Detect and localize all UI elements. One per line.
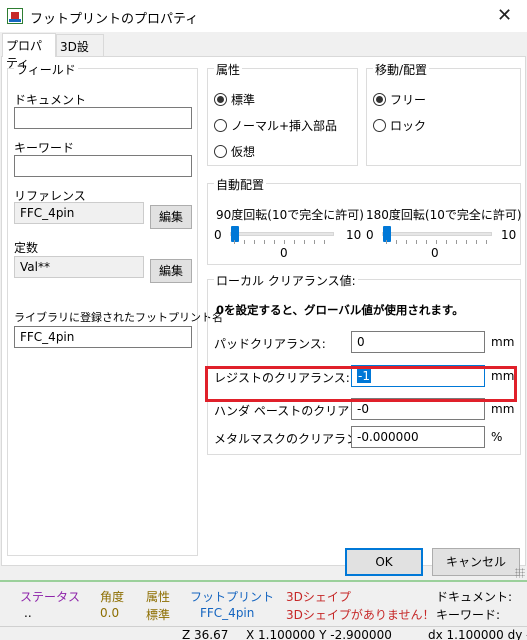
tab-properties[interactable]: プロパティ [2,33,56,70]
value-label: 定数 [14,241,39,255]
radio-unselected-icon [214,145,227,158]
shape3d-value: 3Dシェイプがありません！ [286,608,435,622]
rot180-label: 180度回転(10で完全に許可) [366,208,522,222]
move-free-label: フリー [390,93,427,107]
window-title: フットプリントのプロパティ [30,12,199,27]
radio-unselected-icon [373,119,386,132]
angle-value: 0.0 [100,606,120,620]
library-footprint-label: ライブラリに登録されたフットプリント名 [14,311,223,324]
footprint-value: FFC_4pin [200,606,255,620]
keyword-input[interactable] [14,155,192,177]
move-lock-radio[interactable]: ロック [373,117,426,134]
rot90-min: 0 [214,228,222,242]
pad-clearance-unit: mm [491,335,515,349]
solder-paste-clearance-unit: mm [491,402,515,416]
attr-virtual-radio[interactable]: 仮想 [214,143,255,160]
status-divider [0,626,527,627]
auto-place-group-title: 自動配置 [214,176,267,193]
fields-group: フィールド ドキュメント キーワード リファレンス FFC_4pin 編集 定数… [7,61,223,556]
properties-panel: フィールド ドキュメント キーワード リファレンス FFC_4pin 編集 定数… [1,56,526,566]
local-clearance-group-title: ローカル クリアランス値: [214,272,358,289]
radio-selected-icon [373,93,386,106]
clearance-note: 0を設定すると、グローバル値が使用されます。 [216,303,464,317]
tab-3d-settings[interactable]: 3D設定 [56,34,104,71]
rot90-ticks [234,240,334,244]
rot180-value: 0 [431,246,439,260]
shape3d-label: 3Dシェイプ [286,590,351,604]
reference-edit-button[interactable]: 編集 [150,205,192,229]
attr-value: 標準 [146,608,171,622]
close-icon[interactable]: ✕ [482,0,527,32]
attributes-group-title: 属性 [214,61,243,78]
title-bar: フットプリントのプロパティ ✕ [0,0,527,32]
ok-button[interactable]: OK [345,548,423,576]
resize-grip-icon[interactable] [515,568,525,578]
footprint-app-icon [7,8,23,24]
attr-normal-insert-radio[interactable]: ノーマル+挿入部品 [214,117,337,134]
move-lock-label: ロック [390,119,427,133]
attr-normal-insert-label: ノーマル+挿入部品 [231,119,338,133]
rot180-ticks [386,240,492,244]
reference-field: FFC_4pin [14,202,144,224]
move-free-radio[interactable]: フリー [373,91,426,108]
value-field: Val** [14,256,144,278]
keyword-status-label: キーワード: [436,608,501,622]
attr-standard-label: 標準 [231,93,256,107]
document-label: ドキュメント [14,93,87,107]
rot90-label: 90度回転(10で完全に許可) [216,208,364,222]
document-status-label: ドキュメント: [436,590,513,604]
status-bar: ステータス .. 角度 0.0 属性 標準 フットプリント FFC_4pin 3… [0,580,527,640]
status-label: ステータス [20,590,81,604]
attr-standard-radio[interactable]: 標準 [214,91,255,108]
cancel-button[interactable]: キャンセル [432,548,520,576]
zoom-readout: Z 36.67 [182,628,229,640]
value-edit-button[interactable]: 編集 [150,259,192,283]
auto-place-group: 自動配置 90度回転(10で完全に許可) 180度回転(10で完全に許可) 0 … [207,176,522,265]
rot90-max: 10 [346,228,362,242]
rot180-min: 0 [366,228,374,242]
delta-coords: dx 1.100000 dy -2 [428,628,527,640]
metal-mask-ratio-input[interactable]: -0.000000 [351,426,485,448]
move-place-group: 移動/配置 フリー ロック [366,61,521,166]
rot90-slider-track[interactable] [230,232,334,236]
library-footprint-input[interactable]: FFC_4pin [14,326,192,348]
footprint-label: フットプリント [190,590,275,604]
rot180-max: 10 [501,228,517,242]
keyword-label: キーワード [14,141,75,155]
move-place-group-title: 移動/配置 [373,61,430,78]
dialog-client-area: プロパティ 3D設定 フィールド ドキュメント キーワード リファレンス FFC… [0,32,527,580]
highlight-annotation [205,366,517,402]
document-input[interactable] [14,107,192,129]
rot90-value: 0 [280,246,288,260]
radio-unselected-icon [214,119,227,132]
attributes-group: 属性 標準 ノーマル+挿入部品 仮想 [207,61,358,166]
status-value: .. [24,606,32,620]
rot180-slider-track[interactable] [382,232,492,236]
metal-mask-ratio-unit: % [491,430,503,444]
radio-selected-icon [214,93,227,106]
pad-clearance-label: パッドクリアランス: [214,337,326,351]
angle-label: 角度 [100,590,125,604]
cursor-coords: X 1.100000 Y -2.900000 [246,628,392,640]
attr-label: 属性 [146,590,171,604]
pad-clearance-input[interactable]: 0 [351,331,485,353]
attr-virtual-label: 仮想 [231,145,256,159]
